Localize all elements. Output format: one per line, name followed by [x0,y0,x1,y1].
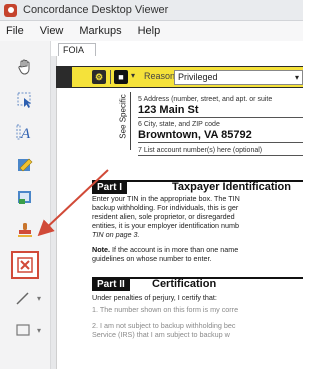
stamp-tool-button[interactable] [13,218,37,242]
menu-bar: File View Markups Help [0,21,303,41]
part1-line: backup withholding. For individuals, thi… [92,203,239,212]
redact-tool-button[interactable] [11,251,39,279]
address-value: 123 Main St [138,104,199,116]
reason-select[interactable]: Privileged ▾ [174,70,303,85]
menu-view[interactable]: View [32,25,72,37]
markup-tool-rail: A ▾ ▾ [0,41,51,369]
gear-icon: ⚙ [94,71,104,82]
svg-text:A: A [20,126,31,141]
form-side-label: See Specific [119,92,131,150]
select-arrow-icon [17,92,31,108]
part2-line: 2. I am not subject to backup withholdin… [92,321,236,330]
note-text: If the account is in more than one name [109,245,239,254]
rectangle-tool-button[interactable] [11,318,35,342]
line-tool-icon [16,292,29,305]
city-label: 6 City, state, and ZIP code [138,121,220,128]
reason-value: Privileged [178,72,218,82]
account-field: 7 List account number(s) here (optional) [138,146,303,156]
fill-dropdown-icon[interactable]: ▾ [131,71,135,80]
text-tool-button[interactable]: A [13,120,37,144]
tab-foia[interactable]: FOIA [58,43,96,57]
toolbar-grip[interactable] [56,67,72,87]
filled-square-icon: ■ [118,72,124,82]
line-tool-button[interactable] [11,286,35,310]
part1-badge: Part I [92,182,128,194]
part2-line: 1. The number shown on this form is my c… [92,305,239,314]
part2-title: Certification [152,278,217,290]
part1-note: Note. If the account is in more than one… [92,245,303,254]
stamp-icon [18,223,32,237]
part1-line: resident alien, sole proprietor, or disr… [92,212,235,221]
note-tool-button[interactable] [13,185,37,209]
part1-line: TIN on page 3. [92,230,140,239]
note-label: Note. [92,245,110,254]
account-label: 7 List account number(s) here (optional) [138,147,263,154]
part1-title: Taxpayer Identification [172,181,291,193]
menu-markups[interactable]: Markups [71,25,129,37]
part2-line: Service (IRS) that I am subject to backu… [92,330,230,339]
part2-header: Part II Certification [92,277,303,291]
redaction-toolbar: ⚙ ■ ▾ Reason Privileged ▾ [56,66,303,88]
window-title: Concordance Desktop Viewer [23,4,169,16]
rectangle-tool-icon [16,324,30,336]
part1-line: entities, it is your employer identifica… [92,221,240,230]
select-tool-button[interactable] [13,88,37,112]
title-bar: Concordance Desktop Viewer [0,0,303,21]
rectangle-tool-dropdown-icon[interactable]: ▾ [37,326,41,335]
note-tool-icon [18,191,31,204]
line-tool-dropdown-icon[interactable]: ▾ [37,294,41,303]
hand-tool-button[interactable] [13,55,37,79]
menu-file[interactable]: File [0,25,32,37]
chevron-down-icon: ▾ [294,73,299,82]
city-value: Browntown, VA 85792 [138,129,252,141]
part2-badge: Part II [92,279,130,291]
redact-box-icon [17,257,33,273]
part1-note-line: guidelines on whose number to enter. [92,254,212,263]
reason-label: Reason [144,71,176,81]
address-label: 5 Address (number, street, and apt. or s… [138,96,273,103]
app-icon [4,3,17,17]
redaction-settings-button[interactable]: ⚙ [92,70,106,84]
text-tool-icon: A [16,124,31,141]
toolbar-divider [110,70,111,84]
menu-help[interactable]: Help [130,25,169,37]
hand-icon [18,59,30,75]
highlight-marker-icon [18,158,33,172]
highlight-tool-button[interactable] [13,153,37,177]
part1-header: Part I Taxpayer Identification [92,180,303,194]
city-field: 6 City, state, and ZIP code Browntown, V… [138,120,303,143]
part1-line: Enter your TIN in the appropriate box. T… [92,194,240,203]
address-field: 5 Address (number, street, and apt. or s… [138,95,303,118]
redaction-fill-button[interactable]: ■ [114,70,128,84]
part2-line: Under penalties of perjury, I certify th… [92,293,217,302]
